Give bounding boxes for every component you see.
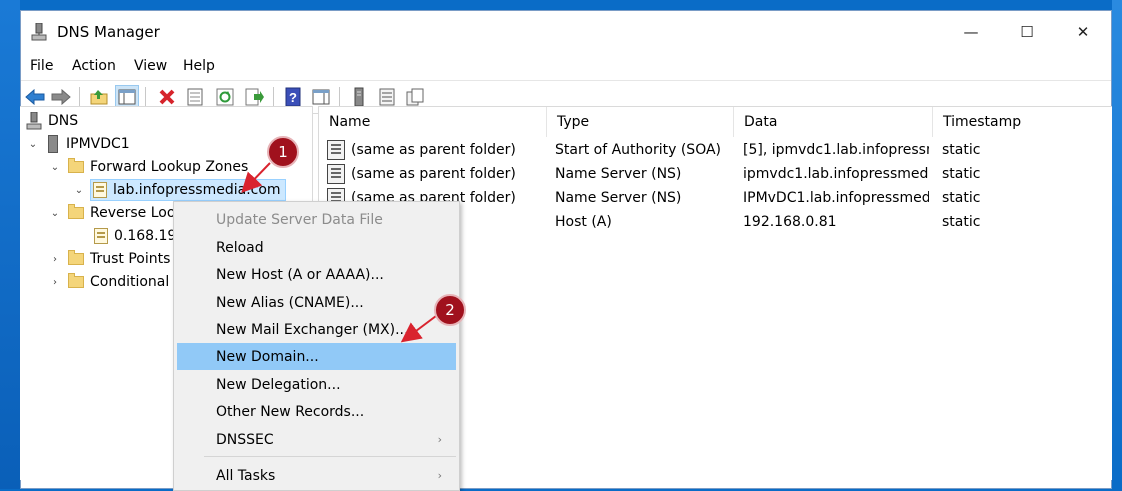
tree-node-lab-zone[interactable]: ⌄ lab.infopressmedia.com — [72, 179, 286, 201]
tree-node-reverse-zone[interactable]: 0.168.19 — [94, 225, 176, 247]
minimize-button[interactable]: — — [943, 11, 999, 53]
tree-label: Conditional — [90, 274, 170, 290]
tree-node-trust-points[interactable]: › Trust Points — [48, 248, 170, 270]
record-data: 192.168.0.81 — [743, 214, 837, 230]
menu-item-new-host[interactable]: New Host (A or AAAA)... — [177, 261, 456, 288]
chevron-down-icon[interactable]: ⌄ — [26, 139, 40, 150]
record-name: (same as parent folder) — [351, 166, 516, 182]
record-timestamp: static — [942, 190, 981, 206]
menu-item-label: All Tasks — [216, 467, 276, 484]
record-data: [5], ipmvdc1.lab.infopressm... — [743, 142, 929, 158]
record-type: Host (A) — [555, 214, 612, 230]
maximize-button[interactable]: ☐ — [999, 11, 1055, 53]
zone-icon — [94, 228, 108, 244]
menu-item-other-new-records[interactable]: Other New Records... — [177, 398, 456, 425]
submenu-arrow-icon: › — [437, 469, 442, 482]
chevron-down-icon[interactable]: ⌄ — [48, 208, 62, 219]
tree-label: DNS — [48, 113, 79, 129]
menu-item-label: DNSSEC — [216, 431, 274, 448]
folder-icon — [68, 273, 84, 288]
record-data: ipmvdc1.lab.infopressmedi... — [743, 166, 929, 182]
table-row[interactable]: (same as parent folder) Start of Authori… — [319, 139, 1112, 163]
folder-icon — [68, 250, 84, 265]
menu-file[interactable]: File — [30, 58, 53, 74]
column-header-type[interactable]: Type — [547, 107, 734, 137]
menu-item-new-mail-exchanger[interactable]: New Mail Exchanger (MX)... — [177, 316, 456, 343]
toolbar-separator — [79, 87, 80, 107]
menu-action[interactable]: Action — [72, 58, 116, 74]
table-row[interactable]: (same as parent folder) Name Server (NS)… — [319, 163, 1112, 187]
tree-label: 0.168.19 — [114, 228, 177, 244]
menu-help[interactable]: Help — [183, 58, 215, 74]
title-bar: DNS Manager — ☐ ✕ — [21, 11, 1111, 53]
server-icon — [48, 135, 58, 153]
svg-text:?: ? — [289, 90, 297, 105]
zone-icon — [93, 182, 107, 198]
annotation-badge-2: 2 — [434, 294, 466, 326]
tree-label: Forward Lookup Zones — [90, 159, 249, 175]
window-title: DNS Manager — [57, 23, 160, 41]
record-type: Name Server (NS) — [555, 166, 682, 182]
toolbar-separator — [339, 87, 340, 107]
column-header-timestamp[interactable]: Timestamp — [933, 107, 1113, 137]
record-icon — [327, 140, 345, 160]
menu-item-new-delegation[interactable]: New Delegation... — [177, 371, 456, 398]
toolbar-separator — [273, 87, 274, 107]
tree-node-forward-lookup-zones[interactable]: ⌄ Forward Lookup Zones — [48, 156, 248, 178]
dns-root-icon — [26, 112, 42, 130]
menu-item-new-domain[interactable]: New Domain... — [177, 343, 456, 370]
menu-item-update-server-data-file: Update Server Data File — [216, 211, 383, 228]
record-data: IPMvDC1.lab.infopressmed... — [743, 190, 929, 206]
context-menu: Update Server Data File Reload New Host … — [173, 201, 460, 491]
record-icon — [327, 164, 345, 184]
menu-item-dnssec[interactable]: DNSSEC › — [177, 426, 456, 453]
record-timestamp: static — [942, 214, 981, 230]
tree-node-dns[interactable]: DNS — [26, 110, 78, 132]
tree-node-server[interactable]: ⌄ IPMVDC1 — [26, 133, 130, 155]
record-type: Name Server (NS) — [555, 190, 682, 206]
close-button[interactable]: ✕ — [1055, 11, 1111, 53]
record-name: (same as parent folder) — [351, 142, 516, 158]
folder-icon — [68, 158, 84, 173]
toolbar-separator — [145, 87, 146, 107]
annotation-badge-1: 1 — [267, 136, 299, 168]
folder-icon — [68, 204, 84, 219]
dns-app-icon — [31, 23, 47, 41]
chevron-right-icon[interactable]: › — [48, 277, 62, 288]
desktop-background-right — [1112, 0, 1122, 489]
menu-bar: File Action View Help — [21, 53, 1111, 79]
record-timestamp: static — [942, 142, 981, 158]
chevron-down-icon[interactable]: ⌄ — [72, 185, 86, 196]
tree-label: Trust Points — [90, 251, 171, 267]
tree-label: lab.infopressmedia.com — [113, 182, 281, 198]
menu-item-new-alias[interactable]: New Alias (CNAME)... — [177, 289, 456, 316]
menu-item-all-tasks[interactable]: All Tasks › — [177, 462, 456, 489]
tree-node-conditional-forwarders[interactable]: › Conditional — [48, 271, 169, 293]
chevron-down-icon[interactable]: ⌄ — [48, 162, 62, 173]
menu-item-reload[interactable]: Reload — [177, 234, 456, 261]
record-timestamp: static — [942, 166, 981, 182]
menu-separator — [204, 456, 456, 457]
column-header-data[interactable]: Data — [734, 107, 933, 137]
submenu-arrow-icon: › — [437, 433, 442, 446]
selected-zone[interactable]: lab.infopressmedia.com — [90, 179, 286, 201]
menu-view[interactable]: View — [134, 58, 167, 74]
desktop-background — [0, 0, 20, 489]
chevron-right-icon[interactable]: › — [48, 254, 62, 265]
record-type: Start of Authority (SOA) — [555, 142, 722, 158]
tree-label: Reverse Loo — [90, 205, 176, 221]
tree-node-reverse-lookup-zones[interactable]: ⌄ Reverse Loo — [48, 202, 175, 224]
tree-label: IPMVDC1 — [66, 136, 130, 152]
column-header-name[interactable]: Name — [319, 107, 547, 137]
